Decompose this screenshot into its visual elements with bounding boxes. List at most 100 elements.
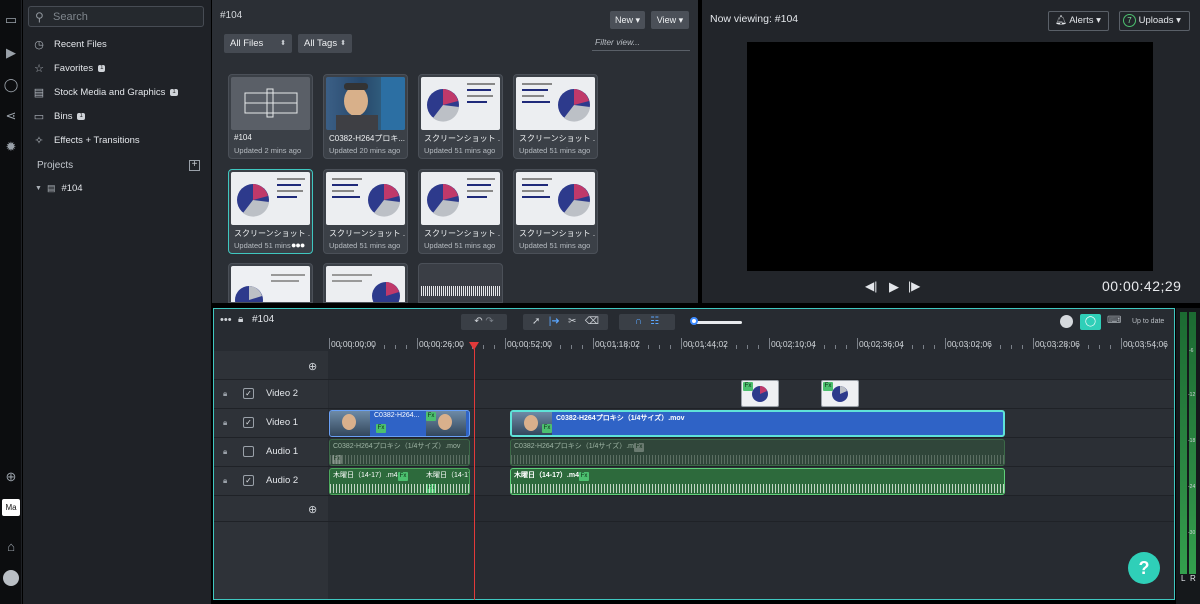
chat-icon[interactable]: ◯ xyxy=(3,77,19,93)
comments-button[interactable]: ◯ xyxy=(1080,314,1101,330)
uploads-button[interactable]: 7 Uploads ▾ xyxy=(1119,11,1190,31)
files-filter-dropdown[interactable]: All Files ⬍ xyxy=(224,34,292,53)
view-button[interactable]: View ▾ xyxy=(651,11,689,29)
audio-clip[interactable]: C0382-H264プロキシ（1/4サイズ）.mov Fx xyxy=(510,439,1005,466)
fx-badge[interactable]: Fx xyxy=(579,472,589,481)
step-forward-icon[interactable]: |▶ xyxy=(908,279,920,293)
step-back-icon[interactable]: ◀| xyxy=(865,279,877,293)
add-icon[interactable]: ⊕ xyxy=(3,469,19,485)
audio-clip[interactable]: 木曜日（14-17）.m4a Fx xyxy=(510,468,1005,495)
search-box[interactable]: ⚲ xyxy=(28,6,204,27)
playhead[interactable] xyxy=(474,349,475,600)
track-body: Fx Fx xyxy=(329,380,1174,408)
tags-filter-label: All Tags xyxy=(304,38,338,49)
timeline-ruler[interactable]: 00:00:00;00 00:00:26;00 00:00:52;00 00:01:1… xyxy=(329,335,1199,351)
add-project-button[interactable]: + xyxy=(189,160,200,171)
home-icon[interactable]: ⌂ xyxy=(3,539,19,555)
ruler-minor-tick xyxy=(406,345,407,349)
fx-badge[interactable]: Fx xyxy=(376,424,386,433)
help-button[interactable]: ? xyxy=(1128,552,1160,584)
add-track-icon[interactable]: ⊕ xyxy=(308,360,317,373)
undo-icon[interactable]: ↶ xyxy=(474,316,482,327)
add-track-icon[interactable]: ⊕ xyxy=(308,503,317,516)
media-card[interactable]: #104 Updated 2 mins ago xyxy=(228,74,313,159)
track-head: 🔒︎ ✓ Video 2 xyxy=(214,380,328,408)
sidebar-item-effects[interactable]: ✧ Effects + Transitions xyxy=(33,130,203,150)
zoom-slider-handle[interactable] xyxy=(690,317,698,325)
track-visible-checkbox[interactable]: ✓ xyxy=(243,475,254,486)
fx-badge[interactable]: Fx xyxy=(542,424,552,433)
fx-badge[interactable]: Fx xyxy=(743,382,753,391)
media-card[interactable]: スクリーンショット ... Updated 51 mins ago xyxy=(418,169,503,254)
media-card[interactable]: スクリーンショット ... Updated 51 mins ago xyxy=(418,74,503,159)
track-visible-checkbox[interactable]: ✓ xyxy=(243,388,254,399)
files-icon[interactable]: ▭ xyxy=(3,12,19,28)
uploads-label: Uploads xyxy=(1138,15,1174,26)
more-icon[interactable]: ••• xyxy=(220,314,232,326)
keyboard-icon[interactable]: ⌨ xyxy=(1107,315,1121,326)
audio-clip[interactable]: 木曜日（14-17）.m4a 木曜日（14-17）.m4a Fx Fx xyxy=(329,468,470,495)
star-icon: ☆ xyxy=(34,62,44,75)
filter-view-input[interactable]: Filter view... xyxy=(592,34,690,51)
media-card[interactable]: スクリーンショット ... Updated 51 mins ●●● xyxy=(228,169,313,254)
media-card[interactable]: スクリーンショット ... Updated 51 mins ago xyxy=(513,74,598,159)
lock-icon[interactable]: 🔒︎ xyxy=(223,476,227,486)
sidebar-item-recent-files[interactable]: ◷ Recent Files xyxy=(33,34,203,54)
project-item[interactable]: ▼ ▤ #104 xyxy=(35,183,83,194)
more-icon[interactable]: ●●● xyxy=(291,240,305,250)
lock-icon[interactable]: 🔒︎ xyxy=(223,418,227,428)
media-card[interactable]: C0382-H264プロキ... Updated 20 mins ago xyxy=(323,74,408,159)
track-visible-checkbox[interactable]: ✓ xyxy=(243,417,254,428)
video-clip-selected[interactable]: C0382-H264プロキシ（1/4サイズ）.mov Fx xyxy=(510,410,1005,437)
sidebar-item-bins[interactable]: ▭ Bins 1 xyxy=(33,106,203,126)
fx-badge[interactable]: Fx xyxy=(398,472,408,481)
ruler-minor-tick xyxy=(835,345,836,349)
ruler-minor-tick xyxy=(670,345,671,349)
audio-clip[interactable]: C0382-H264プロキシ（1/4サイズ）.mov Fx xyxy=(329,439,470,466)
pointer-icon[interactable]: ➚ xyxy=(532,316,540,327)
sidebar: ⚲ ◷ Recent Files ☆ Favorites 1 ▤ Stock M… xyxy=(23,0,211,604)
trash-icon[interactable]: ⌫ xyxy=(585,316,599,327)
fx-badge[interactable]: Fx xyxy=(634,443,644,452)
track-video-1: 🔒︎ ✓ Video 1 C0382-H264... Fx Fx C0382-H… xyxy=(214,409,1174,438)
share-icon[interactable]: ⋖ xyxy=(3,108,19,124)
fx-badge[interactable]: Fx xyxy=(823,382,833,391)
sidebar-item-stock-media[interactable]: ▤ Stock Media and Graphics 1 xyxy=(33,82,203,102)
project-name: #104 xyxy=(61,183,83,194)
settings-icon[interactable]: ✹ xyxy=(3,139,19,155)
ripple-icon[interactable]: |➜ xyxy=(549,316,560,327)
video-preview[interactable] xyxy=(747,42,1153,271)
sidebar-item-favorites[interactable]: ☆ Favorites 1 xyxy=(33,58,203,78)
search-input[interactable] xyxy=(53,9,198,24)
play-circle-icon[interactable]: ▶ xyxy=(3,45,19,61)
tags-filter-dropdown[interactable]: All Tags ⬍ xyxy=(298,34,352,53)
magnet-icon[interactable]: ∩ xyxy=(635,316,642,327)
lock-icon[interactable]: 🔒︎ xyxy=(238,314,243,325)
image-clip[interactable]: Fx xyxy=(741,380,779,407)
audio-card[interactable] xyxy=(418,263,503,303)
media-card[interactable] xyxy=(228,263,313,303)
lock-icon[interactable]: 🔒︎ xyxy=(223,447,227,457)
razor-icon[interactable]: ✂ xyxy=(568,316,576,327)
user-avatar-icon[interactable] xyxy=(3,570,19,586)
track-name: Audio 2 xyxy=(266,475,299,486)
zoom-slider[interactable] xyxy=(692,321,742,324)
alerts-button[interactable]: 🔔︎ Alerts ▾ xyxy=(1048,11,1109,31)
play-icon[interactable]: ▶ xyxy=(889,279,899,295)
video-clip[interactable]: C0382-H264... Fx Fx xyxy=(329,410,470,437)
new-button[interactable]: New ▾ xyxy=(610,11,645,29)
tracks-icon[interactable]: ☷ xyxy=(650,316,659,327)
fx-badge[interactable]: Fx xyxy=(426,412,436,421)
media-panel: #104 New ▾ View ▾ All Files ⬍ All Tags ⬍ F… xyxy=(212,0,698,303)
ruler-minor-tick xyxy=(1110,345,1111,349)
avatar[interactable]: Ma xyxy=(2,499,20,516)
image-clip[interactable]: Fx xyxy=(821,380,859,407)
media-card[interactable]: スクリーンショット ... Updated 51 mins ago xyxy=(323,169,408,254)
track-visible-checkbox[interactable] xyxy=(243,446,254,457)
media-card[interactable] xyxy=(323,263,408,303)
redo-icon[interactable]: ↷ xyxy=(485,316,493,327)
ruler-label: 00:01:18;02 xyxy=(595,339,640,349)
search-icon: ⚲ xyxy=(35,10,44,24)
lock-icon[interactable]: 🔒︎ xyxy=(223,389,227,399)
media-card[interactable]: スクリーンショット ... Updated 51 mins ago xyxy=(513,169,598,254)
